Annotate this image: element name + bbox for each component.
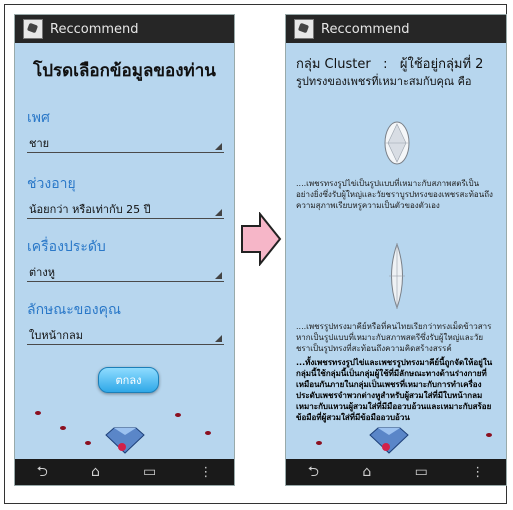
marquise-diamond-icon [389,243,405,309]
age-value: น้อยกว่า หรือเท่ากับ 25 ปี [29,203,151,216]
dropdown-icon [215,272,222,279]
app-title: Reccommend [50,21,139,37]
petal-icon [205,431,211,435]
gender-label: เพศ [27,110,50,126]
right-phone-screen: Reccommend กลุ่ม Cluster : ผู้ใช้อยู่กลุ… [285,14,507,486]
left-phone-screen: Reccommend โปรดเลือกข้อมูลของท่าน เพศ ชา… [14,14,235,486]
back-icon[interactable]: ⮌ [308,465,319,479]
petal-icon [35,411,41,415]
petal-icon [60,426,66,430]
menu-icon[interactable]: ⋮ [199,465,212,480]
dropdown-icon [215,335,222,342]
recommendation-subtitle: รูปทรงของเพชรที่เหมาะสมกับคุณ คือ [296,75,472,88]
jewelry-label: เครื่องประดับ [27,239,106,255]
oval-description: ....เพชรทรงรูปไข่เป็นรูปแบบที่เหมาะกับสภ… [296,179,493,210]
age-label: ช่วงอายุ [27,176,76,192]
petal-icon [175,413,181,417]
system-nav-bar: ⮌ ⌂ ▭ ⋮ [286,459,506,485]
app-icon [23,19,43,39]
gender-value: ชาย [29,137,50,150]
home-icon[interactable]: ⌂ [362,465,371,479]
page-heading: โปรดเลือกข้อมูลของท่าน [33,61,216,81]
petal-icon [316,441,322,445]
dropdown-icon [215,209,222,216]
diamond-decoration-icon [105,427,145,454]
ok-button[interactable]: ตกลง [98,367,159,393]
petal-icon [85,441,91,445]
dropdown-icon [215,143,222,150]
gender-select[interactable]: ชาย [27,132,224,153]
feature-select[interactable]: ใบหน้ากลม [27,324,224,345]
back-icon[interactable]: ⮌ [37,465,48,479]
recents-icon[interactable]: ▭ [143,465,156,479]
feature-value: ใบหน้ากลม [29,329,83,342]
action-bar: Reccommend [15,15,234,43]
app-icon [294,19,314,39]
action-bar: Reccommend [286,15,506,43]
recents-icon[interactable]: ▭ [415,465,428,479]
summary-description: ...ทั้งเพชรทรงรูปไข่และเพชรรูปทรงมาคีย์น… [296,358,493,422]
arrow-right-icon [241,212,282,266]
jewelry-select[interactable]: ต่างหู [27,261,224,282]
jewelry-value: ต่างหู [29,266,55,279]
diamond-decoration-icon [369,427,409,454]
app-title: Reccommend [321,21,410,37]
petal-icon [486,433,492,437]
oval-diamond-icon [384,121,410,165]
marquise-description: ....เพชรรูปทรงมาคีย์หรือที่คนไทยเรียกว่า… [296,322,492,353]
cluster-result: กลุ่ม Cluster : ผู้ใช้อยู่กลุ่มที่ 2 [296,57,484,72]
feature-label: ลักษณะของคุณ [27,302,121,318]
menu-icon[interactable]: ⋮ [471,465,484,480]
system-nav-bar: ⮌ ⌂ ▭ ⋮ [15,459,234,485]
home-icon[interactable]: ⌂ [91,465,100,479]
age-select[interactable]: น้อยกว่า หรือเท่ากับ 25 ปี [27,198,224,219]
